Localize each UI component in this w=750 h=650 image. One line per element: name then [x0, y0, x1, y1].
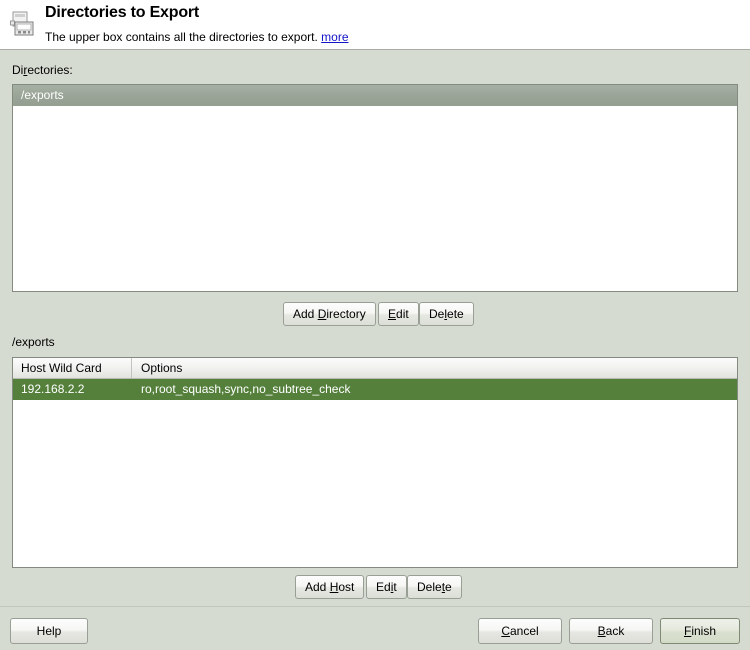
directories-label: Directories: [12, 63, 73, 77]
cancel-button[interactable]: Cancel [478, 618, 562, 644]
table-header-row: Host Wild Card Options [13, 358, 737, 379]
cell-host-wild-card: 192.168.2.2 [21, 382, 85, 396]
page-title: Directories to Export [45, 4, 200, 21]
back-button[interactable]: Back [569, 618, 653, 644]
add-directory-button[interactable]: Add Directory [283, 302, 376, 326]
help-button[interactable]: Help [10, 618, 88, 644]
dialog-header: Directories to Export The upper box cont… [0, 0, 750, 50]
page-subtitle-text: The upper box contains all the directori… [45, 30, 318, 44]
hosts-table[interactable]: Host Wild Card Options 192.168.2.2 ro,ro… [12, 357, 738, 568]
finish-button[interactable]: Finish [660, 618, 740, 644]
delete-directory-button[interactable]: Delete [419, 302, 474, 326]
add-host-button[interactable]: Add Host [295, 575, 365, 599]
directories-listbox[interactable]: /exports [12, 84, 738, 292]
page-subtitle: The upper box contains all the directori… [45, 30, 349, 44]
column-header-host-wild-card[interactable]: Host Wild Card [13, 358, 132, 378]
edit-directory-button[interactable]: Edit [378, 302, 419, 326]
delete-host-button[interactable]: Delete [407, 575, 462, 599]
cell-options: ro,root_squash,sync,no_subtree_check [141, 382, 351, 396]
more-link[interactable]: more [321, 30, 348, 44]
column-header-options[interactable]: Options [132, 358, 737, 378]
edit-host-button[interactable]: Edit [366, 575, 407, 599]
table-row[interactable]: 192.168.2.2 ro,root_squash,sync,no_subtr… [13, 379, 737, 400]
hosts-path-label: /exports [12, 335, 55, 349]
list-item[interactable]: /exports [13, 85, 737, 106]
footer-divider [0, 606, 750, 607]
nfs-server-icon [10, 11, 38, 41]
